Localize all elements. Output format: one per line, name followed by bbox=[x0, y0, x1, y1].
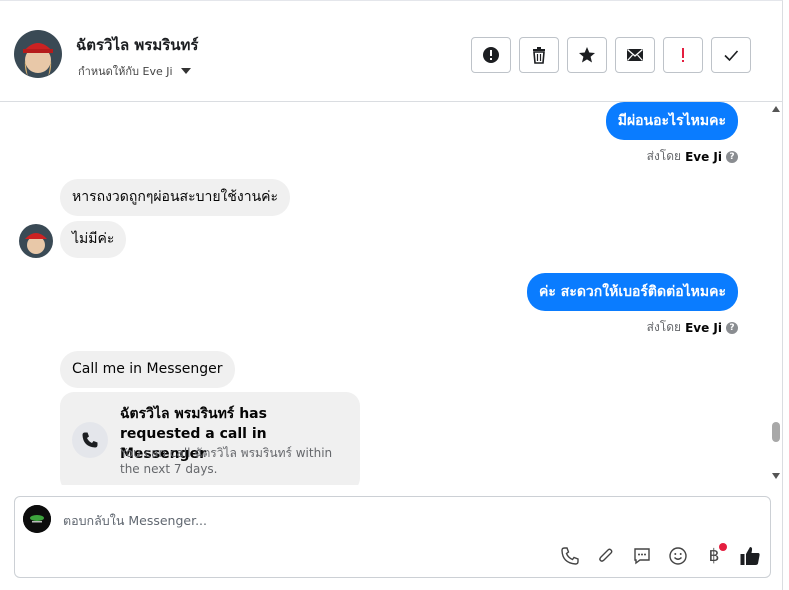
help-icon[interactable]: ? bbox=[726, 150, 738, 163]
call-button[interactable] bbox=[557, 543, 583, 569]
payment-button[interactable]: ฿ bbox=[701, 543, 727, 569]
saved-replies-button[interactable] bbox=[629, 543, 655, 569]
phone-icon bbox=[82, 432, 98, 448]
scrollbar-thumb[interactable] bbox=[772, 422, 780, 442]
sent-by-row: ส่งโดย Eve Ji ? bbox=[647, 318, 738, 337]
scroll-up-arrow-icon[interactable] bbox=[772, 106, 780, 112]
notification-dot bbox=[719, 543, 727, 551]
reply-input[interactable] bbox=[63, 509, 663, 531]
mark-done-button[interactable] bbox=[711, 37, 751, 73]
star-icon bbox=[579, 47, 595, 63]
like-button[interactable] bbox=[737, 543, 763, 569]
exclamation-icon bbox=[682, 48, 684, 62]
chat-bubble-icon bbox=[634, 548, 650, 565]
help-icon[interactable]: ? bbox=[726, 321, 738, 334]
outgoing-message: มีผ่อนอะไรไหมคะ bbox=[605, 102, 738, 140]
sent-by-label: ส่งโดย bbox=[646, 149, 682, 163]
contact-avatar-small bbox=[19, 224, 53, 258]
smiley-icon bbox=[669, 547, 687, 565]
check-icon bbox=[724, 50, 739, 62]
call-request-card[interactable]: ฉัตรวิไล พรมรินทร์ has requested a call … bbox=[60, 392, 360, 485]
sent-by-name: Eve Ji bbox=[685, 149, 722, 164]
mark-unread-button[interactable] bbox=[615, 37, 655, 73]
scroll-down-arrow-icon[interactable] bbox=[772, 473, 780, 479]
assign-label: กำหนดให้กับ Eve Ji bbox=[78, 65, 173, 78]
paperclip-icon bbox=[599, 548, 613, 562]
call-request-subtitle: You can call ฉัตรวิไล พรมรินทร์ within t… bbox=[120, 446, 333, 476]
baht-icon: ฿ bbox=[708, 546, 720, 566]
attach-button[interactable] bbox=[593, 543, 619, 569]
action-toolbar bbox=[471, 37, 751, 73]
reply-composer: ฿ bbox=[14, 496, 771, 578]
call-icon-wrap bbox=[72, 422, 108, 458]
thread-scrollbar[interactable] bbox=[770, 102, 782, 485]
sent-by-name: Eve Ji bbox=[685, 320, 722, 335]
outgoing-message: ค่ะ สะดวกให้เบอร์ติดต่อไหมคะ bbox=[527, 273, 738, 311]
incoming-message: ไม่มีค่ะ bbox=[60, 221, 127, 258]
trash-icon bbox=[533, 47, 545, 64]
phone-outline-icon bbox=[561, 547, 579, 565]
envelope-icon bbox=[627, 48, 643, 61]
incoming-message: หารถงวดถูกๆผ่อนสะบายใช้งานค่ะ bbox=[60, 179, 291, 216]
page-avatar bbox=[23, 505, 51, 533]
thumbs-up-icon bbox=[740, 547, 760, 565]
sent-by-label: ส่งโดย bbox=[646, 320, 682, 334]
message-thread[interactable]: มีผ่อนอะไรไหมคะ ส่งโดย Eve Ji ? หารถงวดถ… bbox=[0, 102, 770, 485]
caret-down-icon bbox=[180, 68, 191, 74]
delete-button[interactable] bbox=[519, 37, 559, 73]
follow-up-button[interactable] bbox=[663, 37, 703, 73]
contact-avatar[interactable] bbox=[14, 30, 62, 78]
composer-tools: ฿ bbox=[557, 543, 763, 569]
report-spam-icon bbox=[483, 47, 499, 63]
sent-by-row: ส่งโดย Eve Ji ? bbox=[647, 147, 738, 166]
report-spam-button[interactable] bbox=[471, 37, 511, 73]
contact-name: ฉัตรวิไล พรมรินทร์ bbox=[76, 36, 199, 54]
incoming-message: Call me in Messenger bbox=[60, 351, 235, 388]
emoji-button[interactable] bbox=[665, 543, 691, 569]
conversation-header: ฉัตรวิไล พรมรินทร์ กำหนดให้กับ Eve Ji bbox=[0, 8, 783, 102]
star-button[interactable] bbox=[567, 37, 607, 73]
assign-dropdown[interactable]: กำหนดให้กับ Eve Ji bbox=[78, 62, 191, 80]
conversation-panel: ฉัตรวิไล พรมรินทร์ กำหนดให้กับ Eve Ji มี… bbox=[0, 0, 783, 590]
